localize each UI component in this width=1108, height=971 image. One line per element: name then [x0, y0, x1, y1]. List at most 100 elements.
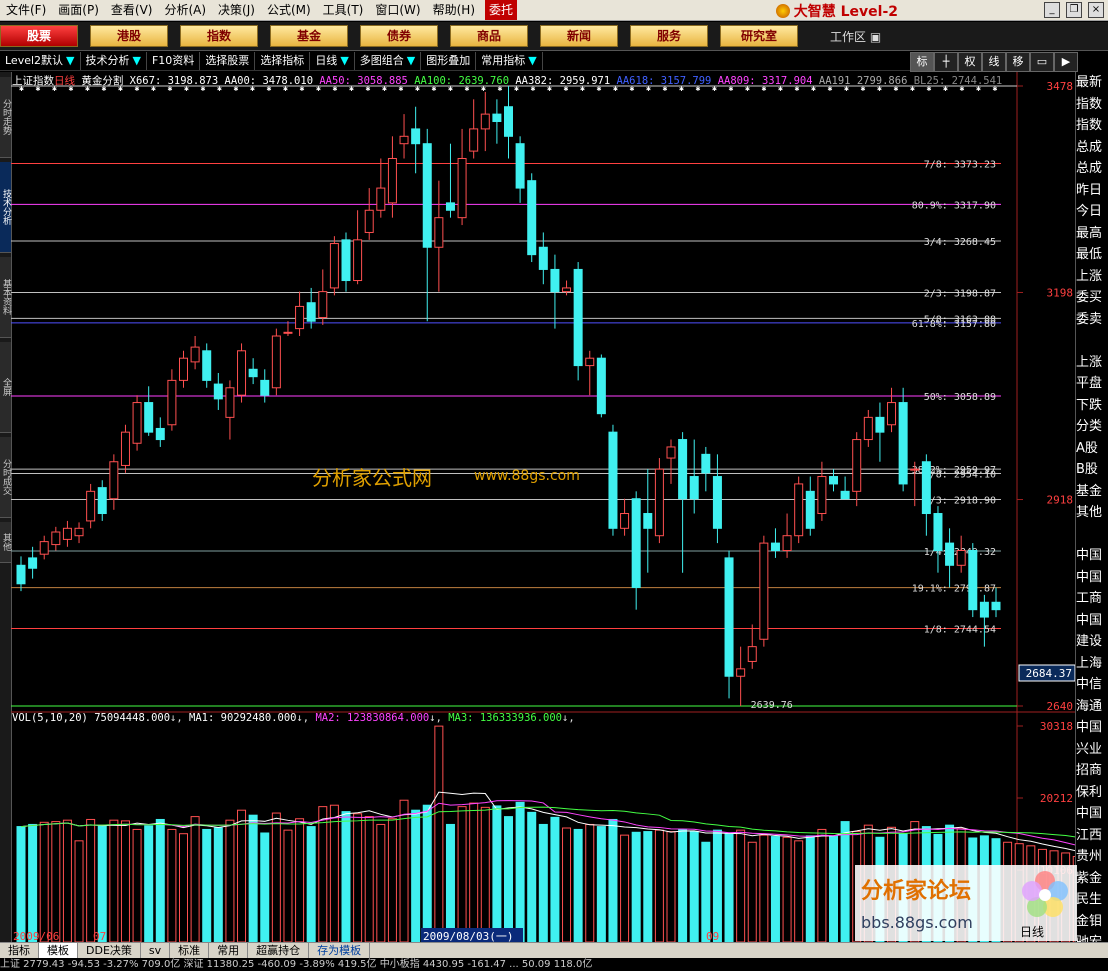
toolbar-item[interactable]: 多图组合 ▼	[355, 52, 422, 70]
candlestick	[573, 262, 583, 381]
toolbar-item[interactable]: 常用指标 ▼	[476, 52, 543, 70]
bottom-tab[interactable]: 超赢持仓	[248, 943, 310, 959]
nav-button[interactable]: 指数	[180, 25, 258, 47]
nav-button[interactable]: 港股	[90, 25, 168, 47]
volume-bar	[190, 816, 200, 942]
bottom-tab[interactable]: DDE决策	[78, 943, 141, 959]
nav-button[interactable]: 商品	[450, 25, 528, 47]
candlestick	[631, 491, 641, 610]
menu-item[interactable]: 窗口(W)	[369, 0, 426, 20]
candlestick	[457, 128, 467, 226]
bottom-tab[interactable]: 存为模板	[309, 943, 371, 959]
dropdown-arrow-icon[interactable]: ▼	[528, 54, 536, 67]
restore-icon[interactable]: ❐	[1066, 2, 1082, 18]
candlestick	[887, 387, 897, 433]
left-tab[interactable]: 技术分析	[0, 162, 11, 253]
quote-panel-label: 下跌	[1076, 397, 1103, 413]
close-icon[interactable]: ×	[1088, 2, 1104, 18]
method-label: 黄金分割	[81, 75, 124, 87]
toolbar-item[interactable]: Level2默认 ▼	[0, 52, 81, 70]
indicator-number: 3478.010	[262, 75, 314, 87]
candlestick	[608, 424, 618, 536]
menu-item[interactable]: 分析(A)	[158, 0, 212, 20]
bottom-tab[interactable]: 常用	[209, 943, 249, 959]
tool-button[interactable]: 移	[1006, 52, 1030, 72]
candlestick	[190, 336, 200, 370]
dropdown-arrow-icon[interactable]: ▼	[133, 54, 141, 67]
toolbar-item[interactable]: 技术分析 ▼	[81, 52, 147, 70]
left-tab[interactable]: 其他	[0, 522, 11, 563]
menu-item[interactable]: 决策(J)	[212, 0, 261, 20]
candlestick	[155, 417, 165, 447]
window-icon[interactable]: ▭	[1030, 52, 1054, 72]
grid-icon[interactable]: ┼	[934, 52, 958, 72]
volume-bar	[817, 828, 827, 942]
kline-chart[interactable]: 7/8: 3373.23 80.9%: 3317.90 3/4: 3268.45 2/…	[11, 72, 1075, 942]
tool-button[interactable]: 标	[910, 52, 934, 72]
toolbar-item[interactable]: 日线 ▼	[310, 52, 355, 70]
candlestick	[295, 291, 305, 337]
left-tab[interactable]: 分时走势	[0, 77, 11, 158]
candlestick	[515, 136, 525, 203]
volume-bar	[457, 806, 467, 942]
indicator-value: AA191 2799.866	[819, 75, 908, 87]
candlestick	[863, 409, 873, 447]
tool-button[interactable]: 线	[982, 52, 1006, 72]
bottom-tab[interactable]: 模板	[39, 943, 78, 959]
volume-bar	[120, 820, 130, 942]
brand-text: 大智慧 Level-2	[793, 4, 898, 20]
menu-item[interactable]: 帮助(H)	[427, 0, 481, 20]
menu-weituo-button[interactable]: 委托	[485, 0, 518, 20]
volume-bar	[364, 816, 374, 942]
volume-bar	[469, 802, 479, 942]
bottom-tab[interactable]: 指标	[0, 943, 39, 959]
volume-bar	[51, 821, 61, 942]
nav-button[interactable]: 新闻	[540, 25, 618, 47]
bottom-tab-bar: 指标 模板 DDE决策 sv 标准 常用 超赢持仓 存为模板	[0, 942, 1108, 959]
volume-tick-label: 20212	[1040, 792, 1073, 805]
volume-bar	[654, 829, 664, 942]
bottom-tab[interactable]: sv	[141, 943, 171, 959]
indicator-number: 2799.866	[856, 75, 908, 87]
volume-header-item: MA1: 90292480.000	[189, 712, 297, 724]
quote-panel-label: 最新	[1076, 75, 1103, 90]
toolbar-item[interactable]: F10资料	[147, 52, 201, 70]
toolbar-item[interactable]: 图形叠加	[421, 52, 477, 70]
menu-item[interactable]: 工具(T)	[317, 0, 370, 20]
toolbar-item[interactable]: 选择股票	[200, 52, 256, 70]
left-tab[interactable]: 分时成交	[0, 437, 11, 518]
toolbar-item[interactable]: 选择指标	[255, 52, 311, 70]
tool-button[interactable]: 权	[958, 52, 982, 72]
menu-item[interactable]: 查看(V)	[105, 0, 159, 20]
volume-bar	[422, 804, 432, 942]
menu-item[interactable]: 文件(F)	[0, 0, 52, 20]
left-tab[interactable]: 基本资料	[0, 257, 11, 338]
workarea-button[interactable]: 工作区 ▣	[830, 28, 881, 45]
play-icon[interactable]: ▶	[1054, 52, 1078, 72]
nav-button[interactable]: 债券	[360, 25, 438, 47]
candlestick	[364, 188, 374, 240]
dropdown-arrow-icon[interactable]: ▼	[340, 54, 348, 67]
nav-button[interactable]: 服务	[630, 25, 708, 47]
nav-button[interactable]: 研究室	[720, 25, 798, 47]
menu-item[interactable]: 公式(M)	[261, 0, 317, 20]
quote-panel-label: 兴业	[1076, 741, 1103, 757]
candlestick	[260, 369, 270, 403]
candlestick	[829, 469, 838, 492]
volume-bar	[387, 818, 397, 942]
nav-button[interactable]: 股票	[0, 25, 78, 47]
window-controls: _ ❐ ×	[1044, 2, 1104, 18]
nav-button[interactable]: 基金	[270, 25, 348, 47]
forum-logo-url: bbs.88gs.com	[861, 913, 973, 932]
volume-bar	[504, 816, 513, 942]
quote-panel-label: 贵州	[1076, 849, 1103, 864]
bottom-tab[interactable]: 标准	[170, 943, 210, 959]
menu-item[interactable]: 画面(P)	[52, 0, 105, 20]
volume-header-item: VOL(5,10,20)	[12, 712, 88, 724]
dropdown-arrow-icon[interactable]: ▼	[66, 54, 74, 67]
dropdown-arrow-icon[interactable]: ▼	[407, 54, 415, 67]
left-tab[interactable]: 全屏	[0, 342, 11, 433]
indicator-value: AA50: 3058.885	[319, 75, 408, 87]
minimize-icon[interactable]: _	[1044, 2, 1060, 18]
date-label: 07	[93, 930, 106, 942]
